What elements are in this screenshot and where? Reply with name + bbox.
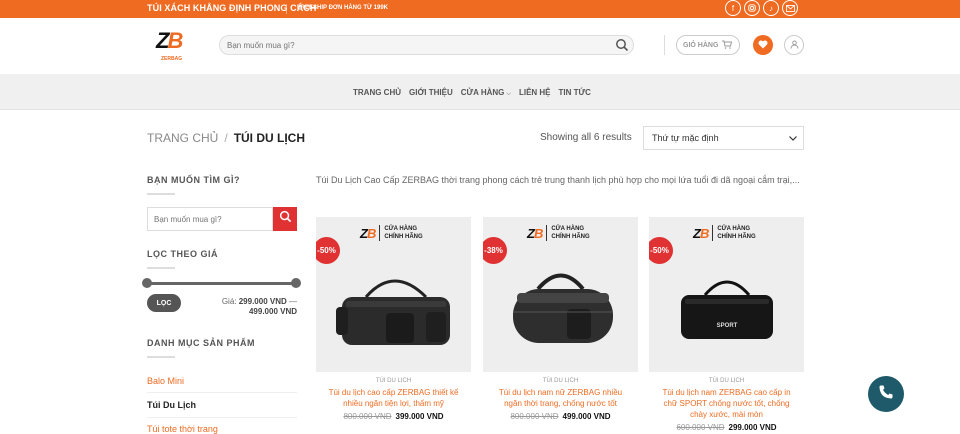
call-button[interactable] — [868, 376, 904, 412]
sidebar-search-title: BẠN MUỐN TÌM GÌ? — [147, 175, 240, 185]
price-slider-min-handle[interactable] — [142, 278, 152, 288]
header-search — [219, 35, 634, 55]
nav-item-news[interactable]: TIN TỨC — [559, 88, 591, 98]
product-category: TÚI DU LỊCH — [375, 378, 412, 384]
price-max: 499.000 VND — [248, 307, 297, 316]
nav-item-home[interactable]: TRANG CHỦ — [353, 88, 401, 98]
category-item-tui-du-lich[interactable]: Túi Du Lịch — [147, 400, 196, 410]
topbar-divider — [286, 4, 287, 14]
product-card[interactable]: -50% ZB CỬA HÀNG CHÍNH HÃNG TÚI DU LỊCH T… — [316, 217, 471, 421]
product-title[interactable]: Túi du lịch nam nữ ZERBAG nhiều ngăn thờ… — [483, 387, 638, 409]
price-slider-max-handle[interactable] — [291, 278, 301, 288]
tiktok-icon[interactable]: ♪ — [763, 0, 779, 16]
main-nav: TRANG CHỦ GIỚI THIỆU CỬA HÀNG ⌵ LIÊN HỆ T… — [0, 74, 960, 110]
sort-select[interactable]: Thứ tự mặc định — [643, 126, 804, 150]
category-title: DANH MỤC SẢN PHẨM — [147, 338, 255, 348]
cart-button[interactable]: GIỎ HÀNG — [676, 35, 740, 55]
sidebar-search — [147, 207, 297, 231]
header-divider — [664, 35, 665, 55]
product-prices: 800.000 VND 399.000 VND — [316, 412, 471, 421]
category-item-balo-mini[interactable]: Balo Mini — [147, 376, 184, 386]
product-image[interactable]: -50% ZB CỬA HÀNG CHÍNH HÃNG SPORT — [649, 217, 804, 372]
sidebar-search-input[interactable] — [147, 207, 273, 231]
facebook-icon[interactable]: f — [725, 0, 741, 16]
email-icon[interactable] — [782, 0, 798, 16]
product-prices: 800.000 VND 499.000 VND — [483, 412, 638, 421]
top-bar: TÚI XÁCH KHẲNG ĐỊNH PHONG CÁCH FREESHIP … — [0, 0, 960, 18]
filter-button[interactable]: LỌC — [147, 294, 181, 312]
category-item-tui-tote[interactable]: Túi tote thời trang — [147, 424, 218, 434]
search-icon[interactable] — [615, 38, 629, 52]
divider — [147, 193, 175, 195]
search-input[interactable] — [220, 40, 615, 50]
svg-text:SPORT: SPORT — [717, 323, 738, 329]
nav-item-contact[interactable]: LIÊN HỆ — [519, 88, 551, 98]
product-image[interactable]: -50% ZB CỬA HÀNG CHÍNH HÃNG — [316, 217, 471, 372]
instagram-icon[interactable] — [744, 0, 760, 16]
product-card[interactable]: -38% ZB CỬA HÀNG CHÍNH HÃNG TÚI DU LỊCH T… — [483, 217, 638, 421]
header: ZB ZERBAG GIỎ HÀNG — [0, 18, 960, 74]
divider — [147, 267, 175, 269]
divider — [147, 356, 175, 358]
heart-icon — [758, 36, 768, 54]
user-icon — [790, 36, 799, 54]
divider — [147, 392, 297, 393]
breadcrumb-separator: / — [224, 131, 228, 145]
sidebar-search-button[interactable] — [273, 207, 297, 231]
price-dash: — — [289, 297, 297, 306]
nav-item-about[interactable]: GIỚI THIỆU — [409, 88, 453, 98]
sale-price: 399.000 VND — [395, 412, 444, 421]
logo-mark: ZB — [156, 28, 183, 53]
search-icon — [279, 210, 292, 228]
shipping-text: FREESHIP ĐƠN HÀNG TỪ 199K — [297, 5, 389, 11]
price-min: 299.000 VND — [238, 297, 287, 306]
breadcrumb-home[interactable]: TRANG CHỦ — [147, 131, 218, 145]
product-card[interactable]: -50% ZB CỬA HÀNG CHÍNH HÃNG SPORT TÚI DU … — [649, 217, 804, 432]
price-range-text: Giá: 299.000 VND — 499.000 VND — [195, 297, 297, 317]
social-links: f ♪ — [725, 0, 798, 16]
nav-item-shop-label: CỬA HÀNG — [460, 88, 505, 97]
sort-selected-value: Thứ tự mặc định — [652, 133, 719, 143]
old-price: 800.000 VND — [343, 412, 392, 421]
account-button[interactable] — [784, 35, 804, 55]
cart-label: GIỎ HÀNG — [683, 41, 719, 49]
travel-bag-image — [513, 273, 613, 343]
phone-icon — [878, 384, 894, 405]
breadcrumb-current: TÚI DU LỊCH — [233, 131, 306, 145]
product-title[interactable]: Túi du lịch cao cấp ZERBAG thiết kế nhiề… — [316, 387, 471, 409]
old-price: 800.000 VND — [510, 412, 559, 421]
price-slider-track[interactable] — [147, 282, 296, 285]
price-label: Giá: — [221, 297, 237, 306]
travel-bag-image — [336, 279, 450, 345]
result-count: Showing all 6 results — [540, 132, 632, 143]
chevron-down-icon: ⌵ — [506, 91, 511, 97]
chevron-down-icon — [789, 133, 797, 143]
nav-item-shop[interactable]: CỬA HÀNG ⌵ — [461, 88, 511, 98]
breadcrumb: TRANG CHỦ / TÚI DU LỊCH — [147, 131, 305, 145]
cart-icon — [722, 40, 733, 51]
category-description: Túi Du Lịch Cao Cấp ZERBAG thời trang ph… — [316, 175, 800, 185]
divider — [147, 417, 297, 418]
price-filter-title: LỌC THEO GIÁ — [147, 249, 218, 259]
sale-price: 499.000 VND — [562, 412, 611, 421]
product-category: TÚI DU LỊCH — [708, 378, 745, 384]
product-category: TÚI DU LỊCH — [542, 378, 579, 384]
travel-bag-image: SPORT — [681, 280, 773, 339]
promo-text: TÚI XÁCH KHẲNG ĐỊNH PHONG CÁCH — [147, 3, 317, 13]
wishlist-button[interactable] — [753, 35, 773, 55]
site-logo[interactable]: ZB ZERBAG — [156, 30, 190, 64]
logo-tagline: ZERBAG — [161, 56, 183, 62]
product-title[interactable]: Túi du lịch nam ZERBAG cao cấp in chữ SP… — [649, 387, 804, 420]
product-image[interactable]: -38% ZB CỬA HÀNG CHÍNH HÃNG — [483, 217, 638, 372]
